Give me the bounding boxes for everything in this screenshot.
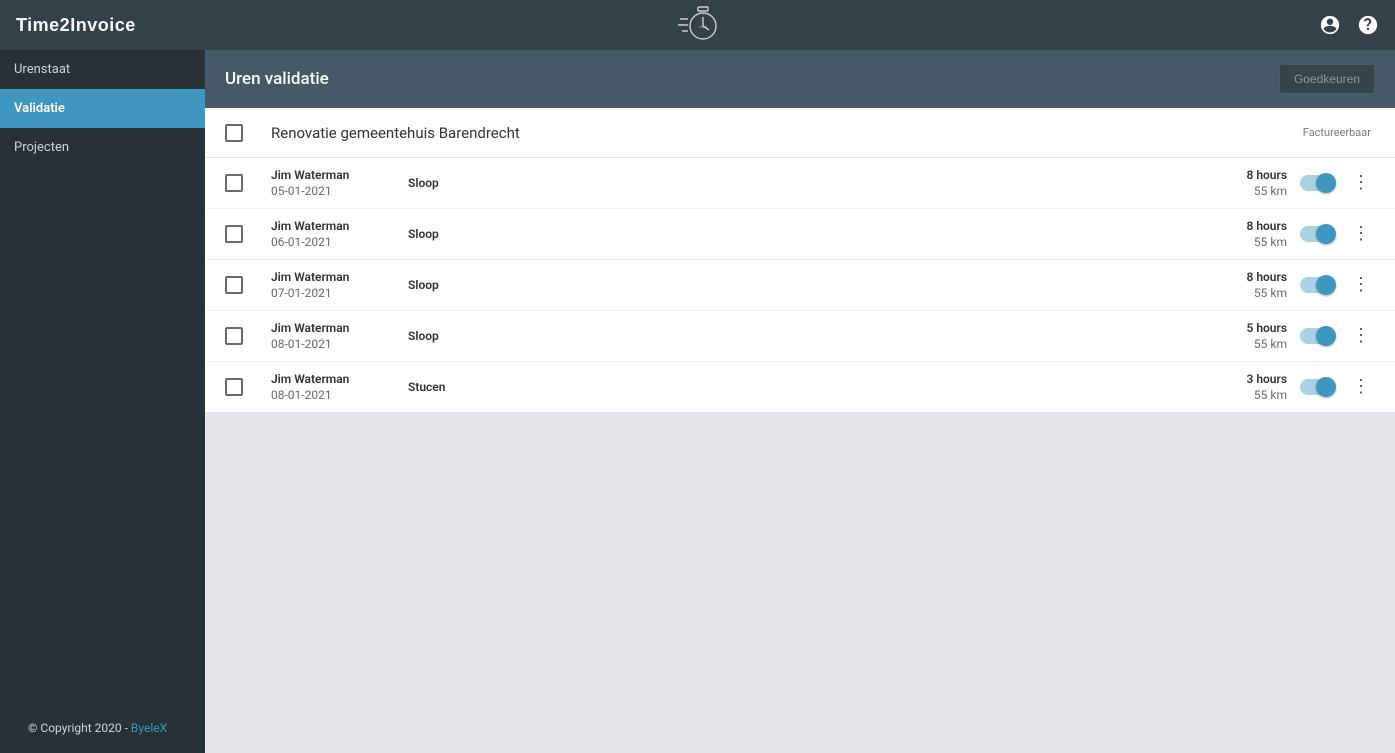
entry-overflow-menu[interactable]: ⋮ (1347, 225, 1375, 243)
entry-date: 08-01-2021 (271, 337, 408, 351)
topbar: Time2Invoice Time2 (0, 0, 1395, 50)
entry-task: Sloop (408, 329, 1207, 343)
sidebar-item-urenstaat[interactable]: Urenstaat (0, 50, 205, 89)
entry-name: Jim Waterman (271, 168, 408, 182)
logo-icon: Time2 (676, 3, 720, 47)
billable-toggle[interactable] (1300, 328, 1334, 344)
entry-name: Jim Waterman (271, 372, 408, 386)
app-brand: Time2Invoice (16, 15, 136, 36)
page-title: Uren validatie (225, 69, 329, 89)
project-checkbox[interactable] (225, 124, 243, 142)
entry-checkbox[interactable] (225, 327, 243, 345)
entry-checkbox[interactable] (225, 276, 243, 294)
entry-row: Jim Waterman 06-01-2021 Sloop 8 hours 55… (205, 209, 1395, 260)
entry-task: Sloop (408, 278, 1207, 292)
entry-checkbox[interactable] (225, 225, 243, 243)
more-vert-icon: ⋮ (1352, 378, 1370, 396)
entry-overflow-menu[interactable]: ⋮ (1347, 327, 1375, 345)
footer: © Copyright 2020 - ByeleX (0, 711, 205, 753)
entries-list: Jim Waterman 05-01-2021 Sloop 8 hours 55… (205, 158, 1395, 412)
entry-date: 06-01-2021 (271, 235, 408, 249)
entry-task: Stucen (408, 380, 1207, 394)
entry-hours: 8 hours (1207, 219, 1287, 233)
project-title: Renovatie gemeentehuis Barendrecht (271, 124, 1303, 142)
billable-label: Factureerbaar (1303, 126, 1371, 139)
logo-text: Time2 (698, 25, 707, 29)
entry-checkbox[interactable] (225, 378, 243, 396)
entry-overflow-menu[interactable]: ⋮ (1347, 378, 1375, 396)
entry-row: Jim Waterman 05-01-2021 Sloop 8 hours 55… (205, 158, 1395, 209)
entry-row: Jim Waterman 07-01-2021 Sloop 8 hours 55… (205, 260, 1395, 311)
entry-task: Sloop (408, 176, 1207, 190)
entry-hours: 5 hours (1207, 321, 1287, 335)
sidebar-item-projecten[interactable]: Projecten (0, 128, 205, 167)
project-row: Renovatie gemeentehuis Barendrecht Factu… (205, 108, 1395, 158)
copyright-text: © Copyright 2020 - (28, 721, 131, 735)
sidebar: Urenstaat Validatie Projecten © Copyrigh… (0, 50, 205, 753)
entry-date: 05-01-2021 (271, 184, 408, 198)
billable-toggle[interactable] (1300, 379, 1334, 395)
entry-km: 55 km (1207, 235, 1287, 249)
more-vert-icon: ⋮ (1352, 225, 1370, 243)
entry-date: 08-01-2021 (271, 388, 408, 402)
account-icon[interactable] (1319, 14, 1341, 36)
main-header: Uren validatie Goedkeuren (205, 50, 1395, 108)
entry-name: Jim Waterman (271, 270, 408, 284)
entry-task: Sloop (408, 227, 1207, 241)
entry-km: 55 km (1207, 286, 1287, 300)
more-vert-icon: ⋮ (1352, 276, 1370, 294)
entry-name: Jim Waterman (271, 219, 408, 233)
nav-list: Urenstaat Validatie Projecten (0, 50, 205, 167)
footer-link[interactable]: ByeleX (131, 721, 167, 735)
entry-hours: 8 hours (1207, 270, 1287, 284)
entry-name: Jim Waterman (271, 321, 408, 335)
more-vert-icon: ⋮ (1352, 327, 1370, 345)
main-content: Uren validatie Goedkeuren Renovatie geme… (205, 50, 1395, 753)
billable-toggle[interactable] (1300, 226, 1334, 242)
sidebar-item-validatie[interactable]: Validatie (0, 89, 205, 128)
entry-row: Jim Waterman 08-01-2021 Stucen 3 hours 5… (205, 362, 1395, 412)
billable-toggle[interactable] (1300, 277, 1334, 293)
entry-hours: 8 hours (1207, 168, 1287, 182)
topbar-actions (1319, 14, 1379, 36)
entry-km: 55 km (1207, 388, 1287, 402)
more-vert-icon: ⋮ (1352, 174, 1370, 192)
entry-overflow-menu[interactable]: ⋮ (1347, 174, 1375, 192)
entry-hours: 3 hours (1207, 372, 1287, 386)
help-icon[interactable] (1357, 14, 1379, 36)
approve-button[interactable]: Goedkeuren (1279, 64, 1375, 94)
entry-date: 07-01-2021 (271, 286, 408, 300)
billable-toggle[interactable] (1300, 175, 1334, 191)
entry-row: Jim Waterman 08-01-2021 Sloop 5 hours 55… (205, 311, 1395, 362)
entry-overflow-menu[interactable]: ⋮ (1347, 276, 1375, 294)
entry-km: 55 km (1207, 184, 1287, 198)
entry-checkbox[interactable] (225, 174, 243, 192)
entry-km: 55 km (1207, 337, 1287, 351)
